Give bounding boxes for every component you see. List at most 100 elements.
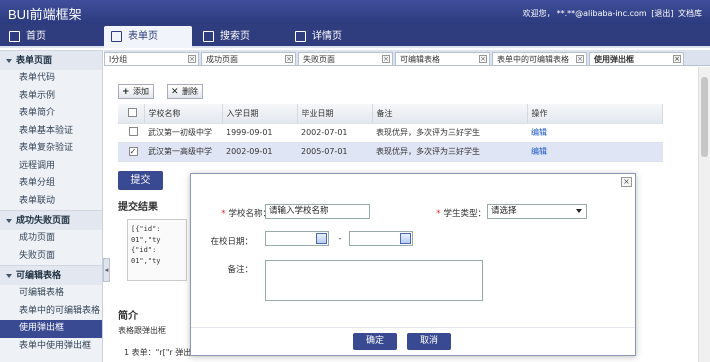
app-header: BUI前端框架 欢迎您， **.**@alibaba-inc.com [退出] 文… — [0, 0, 710, 24]
sidebar-group-form[interactable]: 表单页面 — [0, 50, 102, 70]
note-cell: 表现优异，多次评为三好学生 — [372, 142, 527, 162]
school-name-label: * 学校名称： — [201, 207, 271, 219]
chevron-down-icon — [576, 209, 582, 213]
edit-link[interactable]: 编辑 — [531, 128, 547, 137]
column-header: 操作 — [527, 104, 663, 124]
note-label: 备注： — [227, 265, 253, 275]
start-date-cell: 1999-09-01 — [222, 123, 297, 143]
close-icon: ✕ — [171, 87, 179, 97]
end-date-input[interactable] — [349, 231, 413, 246]
logout-link[interactable]: [退出] — [651, 9, 673, 18]
select-all-cell[interactable] — [118, 104, 145, 124]
close-icon[interactable]: × — [673, 55, 681, 63]
calendar-icon[interactable] — [316, 233, 327, 244]
page-tab[interactable]: 失败页面 × — [298, 52, 393, 65]
grid-header-row: 学校名称 入学日期 毕业日期 备注 操作 — [118, 104, 663, 124]
sidebar-collapse-button[interactable]: ◂ — [103, 258, 110, 282]
add-button-label: 添加 — [133, 87, 149, 96]
sidebar-group-result[interactable]: 成功失败页面 — [0, 210, 102, 230]
close-icon[interactable]: × — [285, 55, 293, 63]
sidebar-item[interactable]: 表单中使用弹出框 — [0, 338, 102, 356]
cancel-button[interactable]: 取消 — [407, 333, 451, 350]
column-header[interactable]: 毕业日期 — [297, 104, 373, 124]
calendar-icon[interactable] — [400, 233, 411, 244]
page-tab-label: 表单中的可编辑表格 — [497, 55, 569, 64]
sidebar-item[interactable]: 表单分组 — [0, 175, 102, 193]
edit-dialog: × * 学校名称： 请输入学校名称 * 学生类型： 请选择 在校日期： - 备注： … — [190, 173, 636, 356]
user-email: **.**@alibaba-inc.com — [556, 9, 647, 18]
nav-tab-home[interactable]: 首页 — [2, 26, 102, 48]
sidebar-item[interactable]: 成功页面 — [0, 230, 102, 248]
user-info: 欢迎您， **.**@alibaba-inc.com [退出] 文档库 — [521, 8, 702, 19]
result-output: [{"id": 01","ty {"id": 01","ty — [127, 219, 187, 281]
close-icon[interactable]: × — [576, 55, 584, 63]
close-icon[interactable]: × — [621, 177, 632, 187]
row-select-cell[interactable] — [118, 123, 144, 143]
row-checkbox[interactable] — [128, 127, 138, 136]
caret-down-icon — [6, 58, 12, 63]
row-select-cell[interactable]: ✓ — [118, 142, 144, 162]
intro-text: 表格跟弹出框 — [118, 326, 166, 335]
ok-button[interactable]: 确定 — [353, 333, 397, 350]
data-grid: 学校名称 入学日期 毕业日期 备注 操作 武汉第一初级中学 1999-09-01… — [118, 104, 663, 162]
close-icon[interactable]: × — [382, 55, 390, 63]
scrollbar-thumb[interactable] — [701, 77, 708, 157]
sidebar-item[interactable]: 表单复杂验证 — [0, 140, 102, 158]
date-separator: - — [338, 234, 342, 244]
close-icon[interactable]: × — [479, 55, 487, 63]
edit-link[interactable]: 编辑 — [531, 147, 547, 156]
sidebar-item[interactable]: 表单代码 — [0, 70, 102, 88]
page-tab[interactable]: 表单中的可编辑表格 × — [492, 52, 587, 65]
page-tab[interactable]: 可编辑表格 × — [395, 52, 490, 65]
action-cell: 编辑 — [527, 123, 663, 143]
sidebar-item[interactable]: 可编辑表格 — [0, 285, 102, 303]
start-date-input[interactable] — [265, 231, 329, 246]
nav-tab-detail[interactable]: 详情页 — [288, 26, 376, 48]
action-cell: 编辑 — [527, 142, 663, 162]
sidebar-item[interactable]: 表单联动 — [0, 193, 102, 211]
sidebar-item[interactable]: 失败页面 — [0, 248, 102, 266]
student-type-select[interactable]: 请选择 — [487, 204, 587, 219]
page-tab-active[interactable]: 使用弹出框 × — [589, 52, 684, 65]
table-row-selected[interactable]: ✓ 武汉第一高级中学 2002-09-01 2005-07-01 表现优异，多次… — [118, 142, 663, 162]
delete-button[interactable]: ✕ 删除 — [167, 84, 203, 99]
school-name-input[interactable]: 请输入学校名称 — [265, 204, 370, 219]
submit-button[interactable]: 提交 — [118, 171, 163, 190]
required-mark: * — [221, 209, 226, 219]
column-header[interactable]: 学校名称 — [144, 104, 223, 124]
select-value: 请选择 — [491, 206, 517, 216]
search-page-icon — [203, 31, 214, 42]
sidebar-item-selected[interactable]: 使用弹出框 — [0, 320, 102, 338]
close-icon[interactable]: × — [188, 55, 196, 63]
start-date-cell: 2002-09-01 — [222, 142, 297, 162]
page-tab-label: 使用弹出框 — [594, 55, 634, 64]
select-all-checkbox[interactable] — [128, 107, 138, 117]
note-textarea[interactable] — [265, 260, 483, 301]
sidebar-group-editable[interactable]: 可编辑表格 — [0, 265, 102, 285]
page-tab[interactable]: l分组 × — [104, 52, 199, 65]
sidebar-item[interactable]: 表单中的可编辑表格 — [0, 303, 102, 321]
page-tab-label: 成功页面 — [206, 55, 238, 64]
nav-tab-search[interactable]: 搜索页 — [196, 26, 284, 48]
doc-link[interactable]: 文档库 — [678, 9, 702, 18]
sidebar-item[interactable]: 表单基本验证 — [0, 123, 102, 141]
nav-tab-label: 表单页 — [128, 31, 158, 42]
school-cell: 武汉第一高级中学 — [144, 142, 222, 162]
delete-button-label: 删除 — [182, 87, 198, 96]
nav-tab-form[interactable]: 表单页 — [104, 26, 192, 48]
page-tab-strip: l分组 × 成功页面 × 失败页面 × 可编辑表格 × 表单中的可编辑表格 × 使用弹出框… — [104, 50, 710, 66]
add-button[interactable]: + 添加 — [118, 84, 154, 99]
vertical-scrollbar[interactable] — [698, 67, 710, 362]
column-header[interactable]: 入学日期 — [222, 104, 298, 124]
page-tab[interactable]: 成功页面 × — [201, 52, 296, 65]
sidebar-item[interactable]: 远程调用 — [0, 158, 102, 176]
table-row[interactable]: 武汉第一初级中学 1999-09-01 2002-07-01 表现优异，多次评为… — [118, 123, 663, 143]
sidebar-item[interactable]: 表单示例 — [0, 88, 102, 106]
sidebar-item[interactable]: 表单简介 — [0, 105, 102, 123]
row-checkbox[interactable]: ✓ — [128, 147, 138, 156]
required-mark: * — [436, 209, 441, 219]
column-header[interactable]: 备注 — [372, 104, 528, 124]
home-icon — [9, 31, 20, 42]
detail-icon — [295, 31, 306, 42]
date-range-label: 在校日期： — [210, 237, 253, 247]
